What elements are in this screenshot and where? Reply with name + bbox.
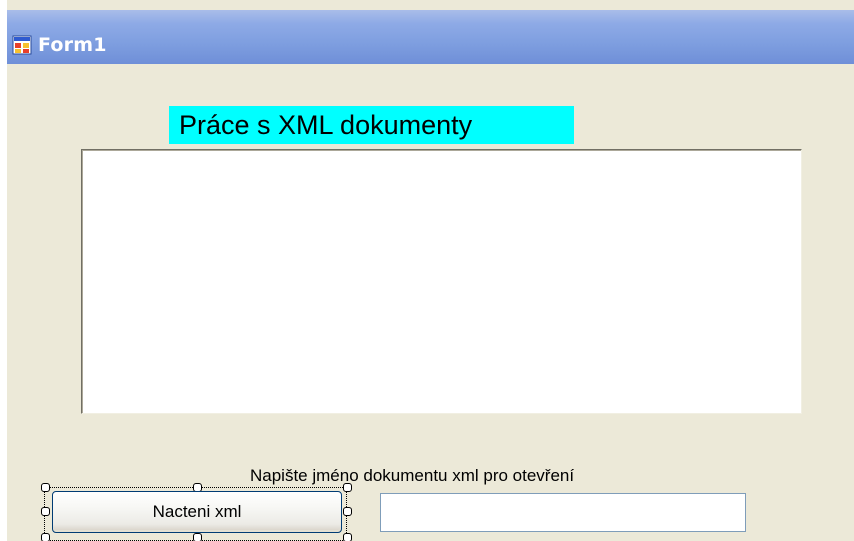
resize-handle-bottom-left[interactable] <box>41 533 50 541</box>
title-bar[interactable]: Form1 <box>7 10 854 64</box>
form-app-icon <box>12 35 32 55</box>
resize-handle-top-left[interactable] <box>41 483 50 492</box>
window-title: Form1 <box>38 34 107 56</box>
xml-output-textbox[interactable] <box>81 149 802 414</box>
resize-handle-bottom-center[interactable] <box>193 533 202 541</box>
heading-label: Práce s XML dokumenty <box>169 106 574 144</box>
filename-label: Napište jméno dokumentu xml pro otevření <box>250 466 575 485</box>
form-window: Form1 Práce s XML dokumenty Napište jmén… <box>7 0 854 541</box>
resize-handle-middle-right[interactable] <box>343 507 352 516</box>
resize-handle-middle-left[interactable] <box>41 507 50 516</box>
resize-handle-top-right[interactable] <box>343 483 352 492</box>
filename-input[interactable] <box>380 493 746 532</box>
load-xml-button[interactable]: Nacteni xml <box>52 491 342 533</box>
resize-handle-bottom-right[interactable] <box>343 533 352 541</box>
